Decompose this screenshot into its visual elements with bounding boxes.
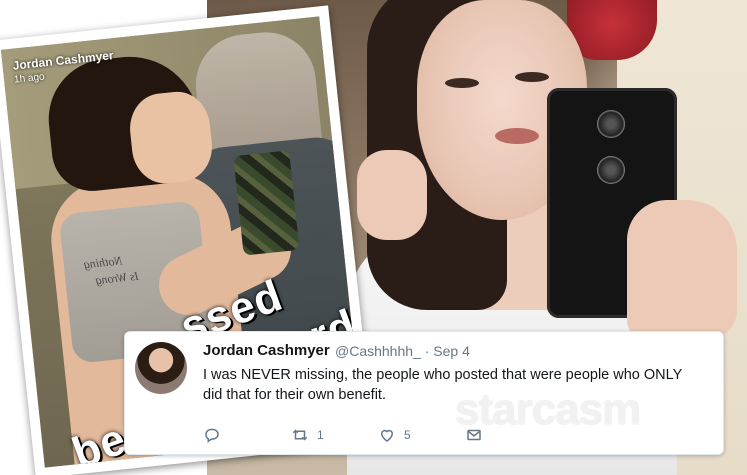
like-button[interactable]: 5: [378, 425, 411, 445]
camo-phone: [233, 150, 300, 256]
retweet-icon: [292, 429, 308, 441]
hand: [357, 150, 427, 240]
hand-holding-phone: [627, 200, 737, 340]
lips: [495, 128, 539, 144]
reply-button[interactable]: [203, 425, 221, 445]
camera-lens-icon: [597, 110, 625, 138]
left-eye: [445, 78, 479, 88]
retweet-button[interactable]: 1: [291, 425, 324, 445]
reply-icon: [205, 428, 219, 443]
tweet-handle-date[interactable]: @Cashhhhh_ · Sep 4: [335, 343, 470, 359]
right-eye: [515, 72, 549, 82]
camera-lens-icon: [597, 156, 625, 184]
tweet-display-name[interactable]: Jordan Cashmyer: [203, 342, 330, 359]
like-icon: [380, 429, 394, 442]
like-count: 5: [404, 428, 411, 442]
retweet-count: 1: [317, 428, 324, 442]
avatar[interactable]: [135, 342, 187, 394]
starcasm-watermark: starcasm: [455, 385, 641, 434]
